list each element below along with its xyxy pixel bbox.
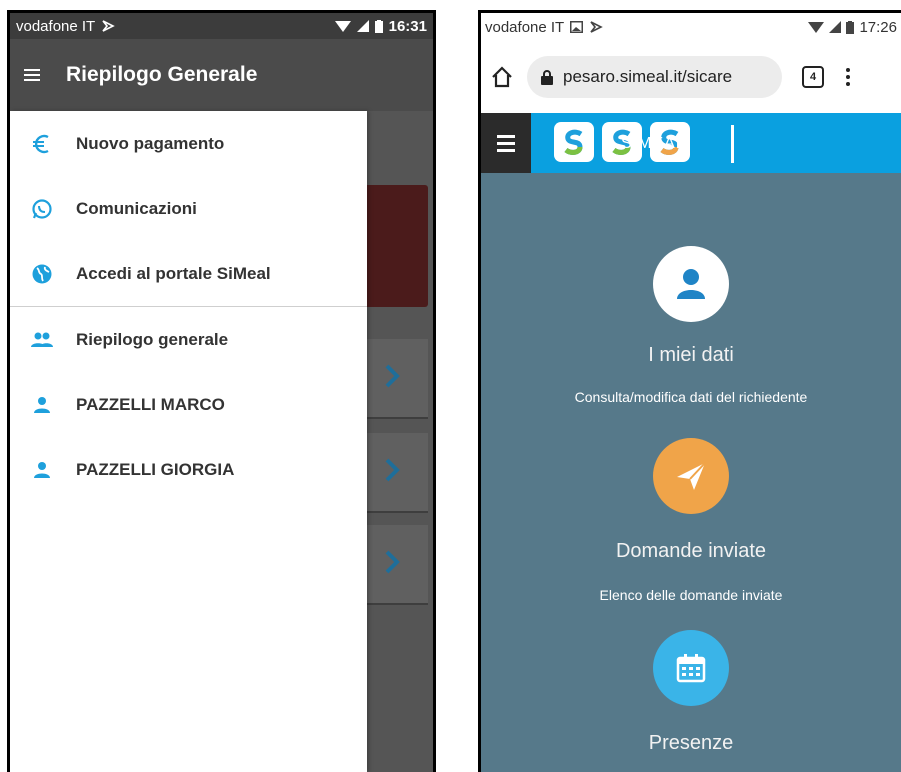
logo-divider	[731, 125, 734, 163]
drawer-item-label: Riepilogo generale	[76, 329, 229, 349]
url-text: pesaro.simeal.it/sicare	[563, 67, 733, 86]
clock: 17:26	[859, 18, 897, 36]
whatsapp-icon	[28, 195, 56, 223]
drawer-item-label: Comunicazioni	[76, 198, 197, 218]
paper-plane-icon	[677, 462, 706, 490]
drawer-item-label: PAZZELLI GIORGIA	[76, 459, 235, 479]
carrier-logo-icon	[590, 21, 604, 33]
people-icon	[28, 326, 56, 354]
tile-circle	[653, 246, 729, 322]
home-icon[interactable]	[491, 66, 513, 88]
tile-description: Consulta/modifica dati del richiedente	[574, 389, 808, 405]
app-bar: Riepilogo Generale	[10, 39, 433, 111]
site-header: SIMEAL	[481, 113, 901, 173]
status-bar: vodafone IT 17:26	[481, 13, 901, 41]
globe-icon	[28, 260, 56, 288]
browser-toolbar: pesaro.simeal.it/sicare 4	[481, 41, 901, 113]
clock: 16:31	[388, 17, 427, 35]
carrier-logo-icon	[102, 20, 116, 32]
person-icon	[28, 456, 56, 484]
user-icon	[677, 269, 705, 299]
chevron-right-icon	[385, 550, 400, 574]
drawer-item-label: Accedi al portale SiMeal	[76, 263, 271, 283]
carrier-label: vodafone IT	[16, 17, 96, 35]
tile-title: I miei dati	[648, 344, 734, 366]
chevron-right-icon	[385, 458, 400, 482]
tile-description: Elenco delle domande inviate	[599, 587, 783, 603]
menu-icon[interactable]	[24, 68, 40, 82]
right-phone-screen: vodafone IT 17:26 pesaro.simeal.it/sicar…	[478, 10, 901, 772]
drawer-item-label: Nuovo pagamento	[76, 133, 225, 153]
tile-circle	[653, 438, 729, 514]
app-title: Riepilogo Generale	[66, 63, 258, 86]
drawer-item-comunicazioni[interactable]: Comunicazioni	[10, 176, 367, 241]
tile-title: Presenze	[648, 732, 734, 754]
wifi-icon	[808, 22, 825, 33]
hamburger-menu-icon[interactable]	[481, 113, 531, 173]
drawer-item-pazzelli-marco[interactable]: PAZZELLI MARCO	[10, 372, 367, 437]
drawer-item-pazzelli-giorgia[interactable]: PAZZELLI GIORGIA	[10, 437, 367, 502]
drawer-item-portale[interactable]: Accedi al portale SiMeal	[10, 241, 367, 306]
tile-circle	[653, 630, 729, 706]
drawer-item-riepilogo-generale[interactable]: Riepilogo generale	[10, 307, 367, 372]
chevron-right-icon	[385, 364, 400, 388]
drawer-item-label: PAZZELLI MARCO	[76, 394, 225, 414]
lock-icon	[541, 69, 553, 85]
signal-icon	[829, 21, 842, 33]
image-notification-icon	[570, 21, 584, 33]
euro-icon	[28, 130, 56, 158]
calendar-icon	[676, 654, 706, 683]
simeal-logo-icon	[554, 122, 594, 162]
overflow-menu-icon[interactable]	[846, 68, 850, 86]
address-bar[interactable]: pesaro.simeal.it/sicare	[527, 56, 782, 98]
battery-icon	[846, 20, 855, 34]
status-bar: vodafone IT 16:31	[10, 13, 433, 39]
battery-icon	[374, 19, 383, 33]
signal-icon	[356, 20, 369, 32]
wifi-icon	[334, 21, 351, 32]
navigation-drawer: Nuovo pagamento Comunicazioni Accedi al …	[10, 111, 367, 772]
tile-title: Domande inviate	[615, 540, 767, 562]
left-phone-screen: vodafone IT 16:31 Riepilogo Generale Nuo…	[7, 10, 436, 772]
logo-text: SIMEAL	[621, 135, 686, 152]
tile-presenze[interactable]: Presenze	[481, 630, 901, 755]
tile-i-miei-dati[interactable]: I miei dati Consulta/modifica dati del r…	[481, 246, 901, 405]
person-icon	[28, 391, 56, 419]
carrier-label: vodafone IT	[485, 18, 565, 36]
tab-switcher-button[interactable]: 4	[802, 66, 824, 88]
drawer-item-nuovo-pagamento[interactable]: Nuovo pagamento	[10, 111, 367, 176]
tile-domande-inviate[interactable]: Domande inviate Elenco delle domande inv…	[481, 438, 901, 603]
